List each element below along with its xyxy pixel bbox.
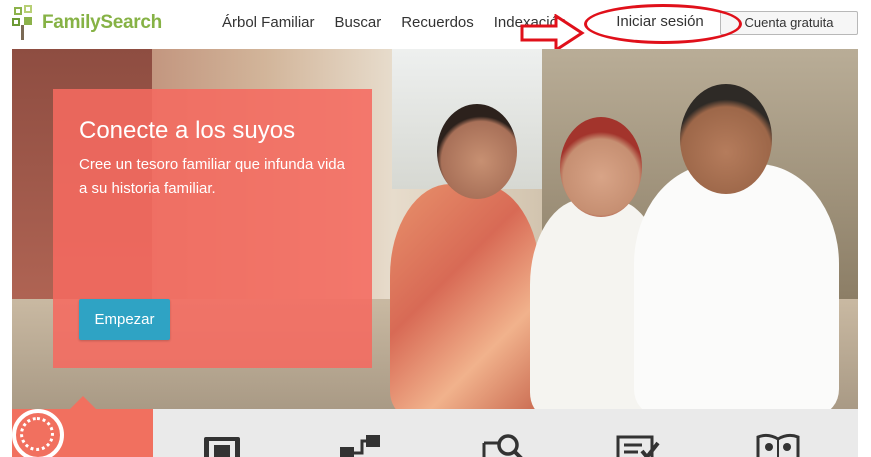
logo-text: FamilySearch — [42, 12, 162, 33]
empezar-button[interactable]: Empezar — [79, 299, 170, 340]
hero-photo-person-1 — [390, 184, 540, 409]
tool-tab-active[interactable] — [12, 396, 153, 457]
hero-promo-panel: Conecte a los suyos Cree un tesoro famil… — [53, 89, 372, 368]
tree-logo-icon — [12, 5, 42, 41]
people-book-icon[interactable] — [754, 431, 802, 457]
hero-photo-person-1-head — [437, 104, 517, 199]
nav-buscar[interactable]: Buscar — [335, 14, 382, 31]
compass-icon — [12, 409, 64, 457]
hero-photo-person-3 — [634, 164, 839, 409]
indexing-checklist-icon[interactable] — [614, 431, 662, 457]
hero-description: Cree un tesoro familiar que infunda vida… — [79, 156, 345, 197]
search-magnifier-icon[interactable] — [480, 431, 528, 457]
hero-title: Conecte a los suyos — [79, 117, 296, 144]
family-tree-icon[interactable] — [336, 431, 384, 457]
hero-photo-person-2-head — [560, 117, 642, 217]
nav-arbol-familiar[interactable]: Árbol Familiar — [222, 14, 315, 31]
hero-photo-person-3-head — [680, 84, 772, 194]
annotation-arrow-icon — [520, 14, 585, 52]
nav-recuerdos[interactable]: Recuerdos — [401, 14, 474, 31]
familysearch-logo[interactable]: FamilySearch — [12, 4, 164, 42]
annotation-ellipse — [584, 4, 742, 44]
photo-book-icon[interactable] — [198, 431, 246, 457]
active-tab-notch — [70, 396, 96, 409]
tool-strip — [12, 396, 858, 457]
